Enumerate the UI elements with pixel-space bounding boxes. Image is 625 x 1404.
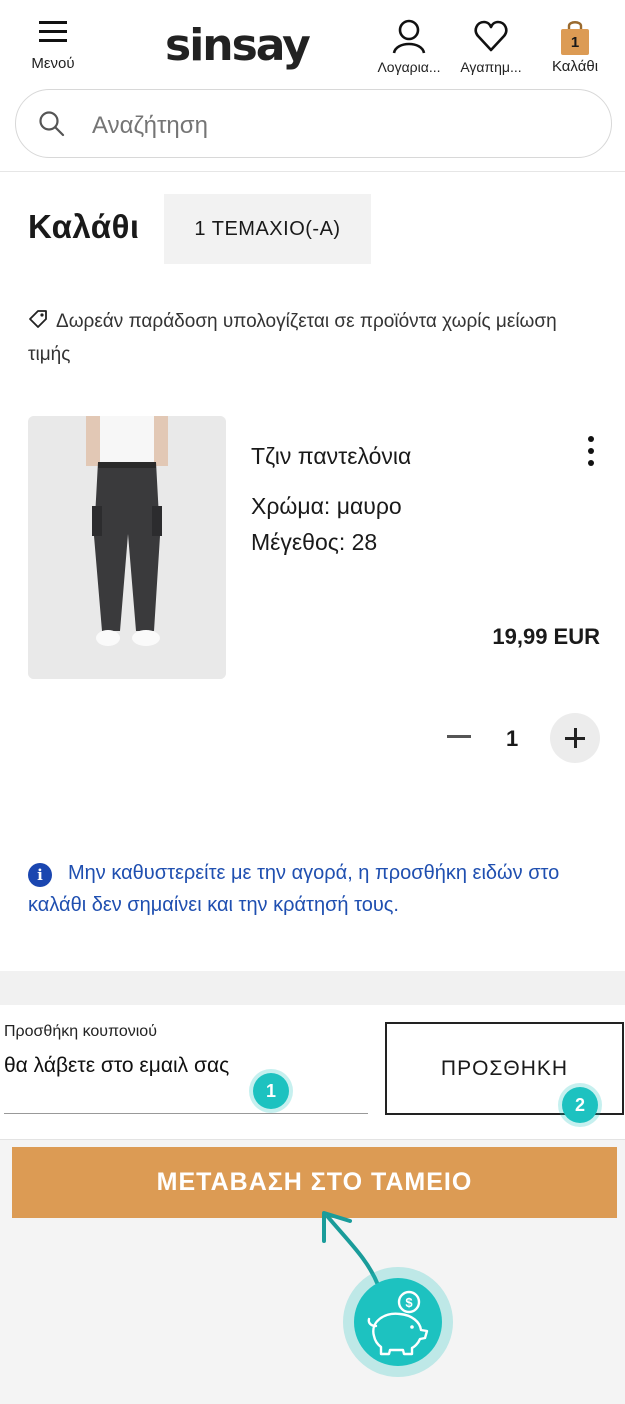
- increase-quantity-button[interactable]: [550, 713, 600, 763]
- product-name[interactable]: Τζιν παντελόνια: [251, 443, 411, 470]
- price-tag-icon: [28, 308, 48, 339]
- header: Μενού sinsay Λογαρια... Αγαπημ... 1 Καλά…: [0, 0, 625, 82]
- hamburger-icon: [39, 21, 67, 42]
- more-options-icon[interactable]: [580, 436, 602, 472]
- reservation-info-note: i Μην καθυστερείτε με την αγορά, η προσθ…: [28, 857, 598, 921]
- decrease-quantity-button[interactable]: [444, 722, 474, 752]
- cart-bag-icon: 1: [559, 18, 591, 56]
- coupon-input-underline: [4, 1113, 368, 1114]
- quantity-value: 1: [506, 726, 519, 751]
- header-divider: [0, 171, 625, 172]
- cart-button[interactable]: 1 Καλάθι: [544, 18, 606, 75]
- menu-button[interactable]: Μενού: [24, 18, 82, 72]
- user-icon: [392, 19, 426, 54]
- product-image[interactable]: [28, 416, 226, 679]
- account-button[interactable]: Λογαρια...: [366, 18, 452, 75]
- heart-icon: [474, 20, 508, 52]
- step-badge-1: 1: [253, 1073, 289, 1109]
- free-delivery-note: Δωρεάν παράδοση υπολογίζεται σε προϊόντα…: [28, 306, 598, 370]
- section-separator: [0, 971, 625, 1005]
- favorites-button[interactable]: Αγαπημ...: [450, 18, 532, 75]
- search-icon: [39, 111, 65, 137]
- product-price: 19,99 EUR: [492, 624, 600, 649]
- items-count-badge: 1 ΤΕΜΑΧΙΟ(-Α): [164, 194, 371, 264]
- reservation-info-text: Μην καθυστερείτε με την αγορά, η προσθήκ…: [28, 862, 560, 916]
- savings-piggy-icon: $: [343, 1267, 453, 1377]
- step-badge-2: 2: [562, 1087, 598, 1123]
- product-size: Μέγεθος: 28: [251, 529, 378, 555]
- search-bar[interactable]: Αναζήτηση: [15, 89, 612, 158]
- info-icon: i: [28, 863, 52, 887]
- menu-label: Μενού: [31, 55, 75, 72]
- coupon-label: Προσθήκη κουπονιού: [4, 1023, 157, 1040]
- free-delivery-text: Δωρεάν παράδοση υπολογίζεται σε προϊόντα…: [28, 311, 557, 365]
- product-color: Χρώμα: μαυρο: [251, 493, 402, 519]
- cart-label: Καλάθι: [551, 58, 599, 75]
- brand-logo[interactable]: sinsay: [165, 20, 311, 71]
- page-title: Καλάθι: [28, 208, 140, 245]
- cart-count-badge: 1: [570, 34, 580, 51]
- svg-text:$: $: [405, 1295, 413, 1310]
- account-label: Λογαρια...: [377, 59, 441, 75]
- coupon-input[interactable]: θα λάβετε στο εμαιλ σας: [4, 1054, 229, 1078]
- favorites-label: Αγαπημ...: [460, 59, 522, 75]
- search-input[interactable]: Αναζήτηση: [92, 112, 208, 140]
